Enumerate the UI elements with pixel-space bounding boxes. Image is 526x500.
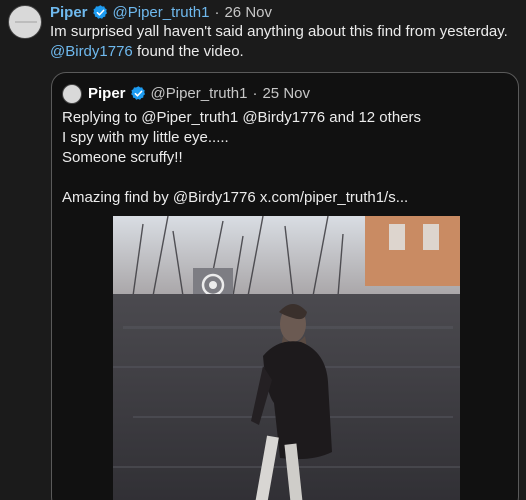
quoted-text-line: Amazing find by @Birdy1776 x.com/piper_t… <box>62 189 409 206</box>
quoted-author-avatar[interactable] <box>62 84 82 104</box>
tweet-text-line-2: @Birdy1776 found the video. <box>50 42 508 62</box>
quoted-tweet-header: Piper @Piper_truth1 · 25 Nov <box>88 85 310 102</box>
replying-to-line: Replying to @Piper_truth1 @Birdy1776 and… <box>62 109 421 126</box>
tweet-text: Im surprised yall haven't said anything … <box>50 22 508 62</box>
tweet-header: Piper @Piper_truth1 · 26 Nov <box>50 4 272 21</box>
video-frame-image <box>113 216 460 500</box>
verified-badge-icon <box>92 5 107 19</box>
author-name[interactable]: Piper <box>50 4 88 21</box>
quoted-tweet-card[interactable]: Piper @Piper_truth1 · 25 Nov Replying to… <box>51 72 519 500</box>
quoted-text-line: I spy with my little eye..... <box>62 129 229 146</box>
tweet-date[interactable]: 26 Nov <box>224 4 272 21</box>
video-thumbnail[interactable] <box>113 216 460 500</box>
tweet-text-line-1: Im surprised yall haven't said anything … <box>50 23 508 40</box>
verified-badge-icon <box>130 86 145 100</box>
mention-link[interactable]: @Birdy1776 <box>50 43 133 60</box>
quoted-author-handle[interactable]: @Piper_truth1 <box>151 85 248 102</box>
author-avatar[interactable] <box>8 5 42 39</box>
quoted-text-line <box>62 168 421 188</box>
tweet-text-line-2-rest: found the video. <box>132 43 244 60</box>
separator-dot: · <box>252 85 258 102</box>
quoted-author-name[interactable]: Piper <box>88 85 126 102</box>
quoted-tweet-text: Replying to @Piper_truth1 @Birdy1776 and… <box>62 108 421 208</box>
quoted-text-line: Someone scruffy!! <box>62 149 183 166</box>
quoted-tweet-date[interactable]: 25 Nov <box>262 85 310 102</box>
separator-dot: · <box>214 4 220 21</box>
author-handle[interactable]: @Piper_truth1 <box>113 4 210 21</box>
